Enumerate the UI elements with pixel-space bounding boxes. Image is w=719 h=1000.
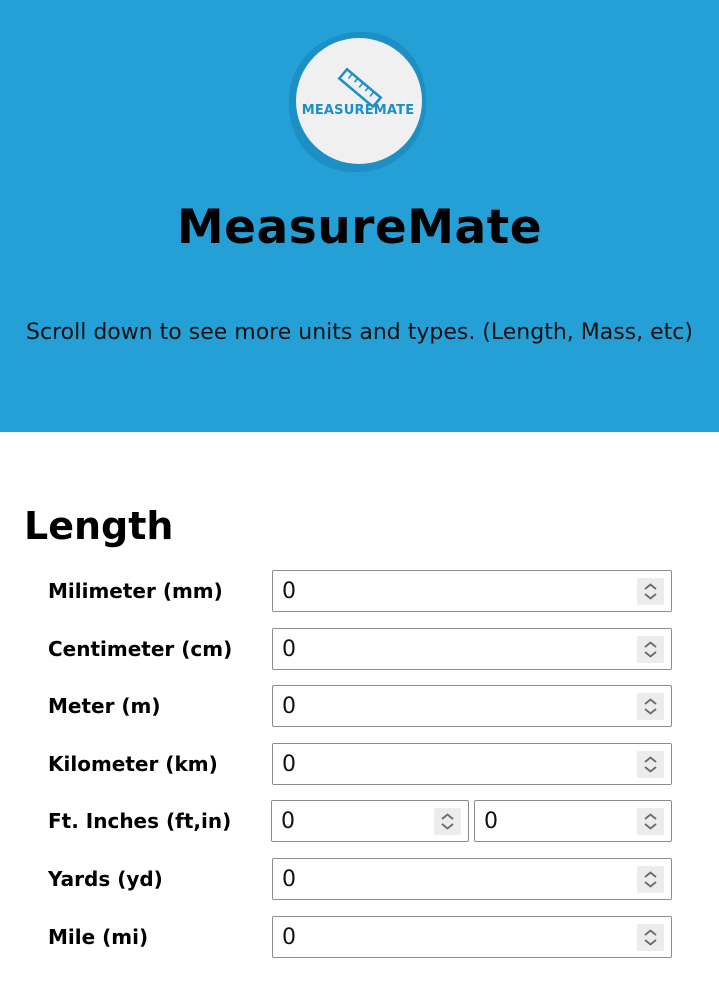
input-value: 0 [282, 867, 296, 892]
up-down-chevron-icon [644, 871, 657, 888]
input-value: 0 [282, 637, 296, 662]
yards-input[interactable]: 0 [272, 858, 672, 900]
stepper-button[interactable] [637, 866, 664, 893]
unit-label: Mile (mi) [48, 925, 149, 949]
up-down-chevron-icon [644, 929, 657, 946]
feet-input[interactable]: 0 [271, 800, 469, 842]
subtitle: Scroll down to see more units and types.… [26, 320, 693, 345]
stepper-button[interactable] [637, 808, 664, 835]
stepper-button[interactable] [637, 924, 664, 951]
unit-label: Centimeter (cm) [48, 637, 233, 661]
unit-label: Kilometer (km) [48, 752, 218, 776]
unit-label: Yards (yd) [48, 867, 163, 891]
unit-row-millimeter: Milimeter (mm) 0 [0, 570, 719, 612]
unit-label: Milimeter (mm) [48, 579, 223, 603]
up-down-chevron-icon [644, 583, 657, 600]
logo-text: MEASUREMATE [301, 102, 415, 118]
input-value: 0 [484, 809, 498, 834]
input-value: 0 [282, 925, 296, 950]
centimeter-input[interactable]: 0 [272, 628, 672, 670]
stepper-button[interactable] [637, 751, 664, 778]
input-value: 0 [281, 809, 295, 834]
up-down-chevron-icon [441, 813, 454, 830]
stepper-button[interactable] [637, 578, 664, 605]
unit-label: Meter (m) [48, 694, 161, 718]
measuremate-logo: MEASUREMATE [284, 28, 432, 176]
up-down-chevron-icon [644, 813, 657, 830]
unit-row-mile: Mile (mi) 0 [0, 916, 719, 958]
stepper-button[interactable] [637, 636, 664, 663]
unit-label: Ft. Inches (ft,in) [48, 809, 232, 833]
up-down-chevron-icon [644, 756, 657, 773]
input-value: 0 [282, 579, 296, 604]
millimeter-input[interactable]: 0 [272, 570, 672, 612]
section-title-length: Length [24, 504, 174, 548]
unit-row-kilometer: Kilometer (km) 0 [0, 743, 719, 785]
inches-input[interactable]: 0 [474, 800, 672, 842]
stepper-button[interactable] [637, 693, 664, 720]
input-value: 0 [282, 752, 296, 777]
unit-row-yards: Yards (yd) 0 [0, 858, 719, 900]
header-banner: MEASUREMATE MeasureMate Scroll down to s… [0, 0, 719, 432]
up-down-chevron-icon [644, 641, 657, 658]
mile-input[interactable]: 0 [272, 916, 672, 958]
unit-row-meter: Meter (m) 0 [0, 685, 719, 727]
stepper-button[interactable] [434, 808, 461, 835]
app-title: MeasureMate [176, 200, 543, 255]
kilometer-input[interactable]: 0 [272, 743, 672, 785]
unit-row-centimeter: Centimeter (cm) 0 [0, 628, 719, 670]
up-down-chevron-icon [644, 698, 657, 715]
meter-input[interactable]: 0 [272, 685, 672, 727]
unit-row-feet-inches: Ft. Inches (ft,in) 0 0 [0, 800, 719, 842]
input-value: 0 [282, 694, 296, 719]
